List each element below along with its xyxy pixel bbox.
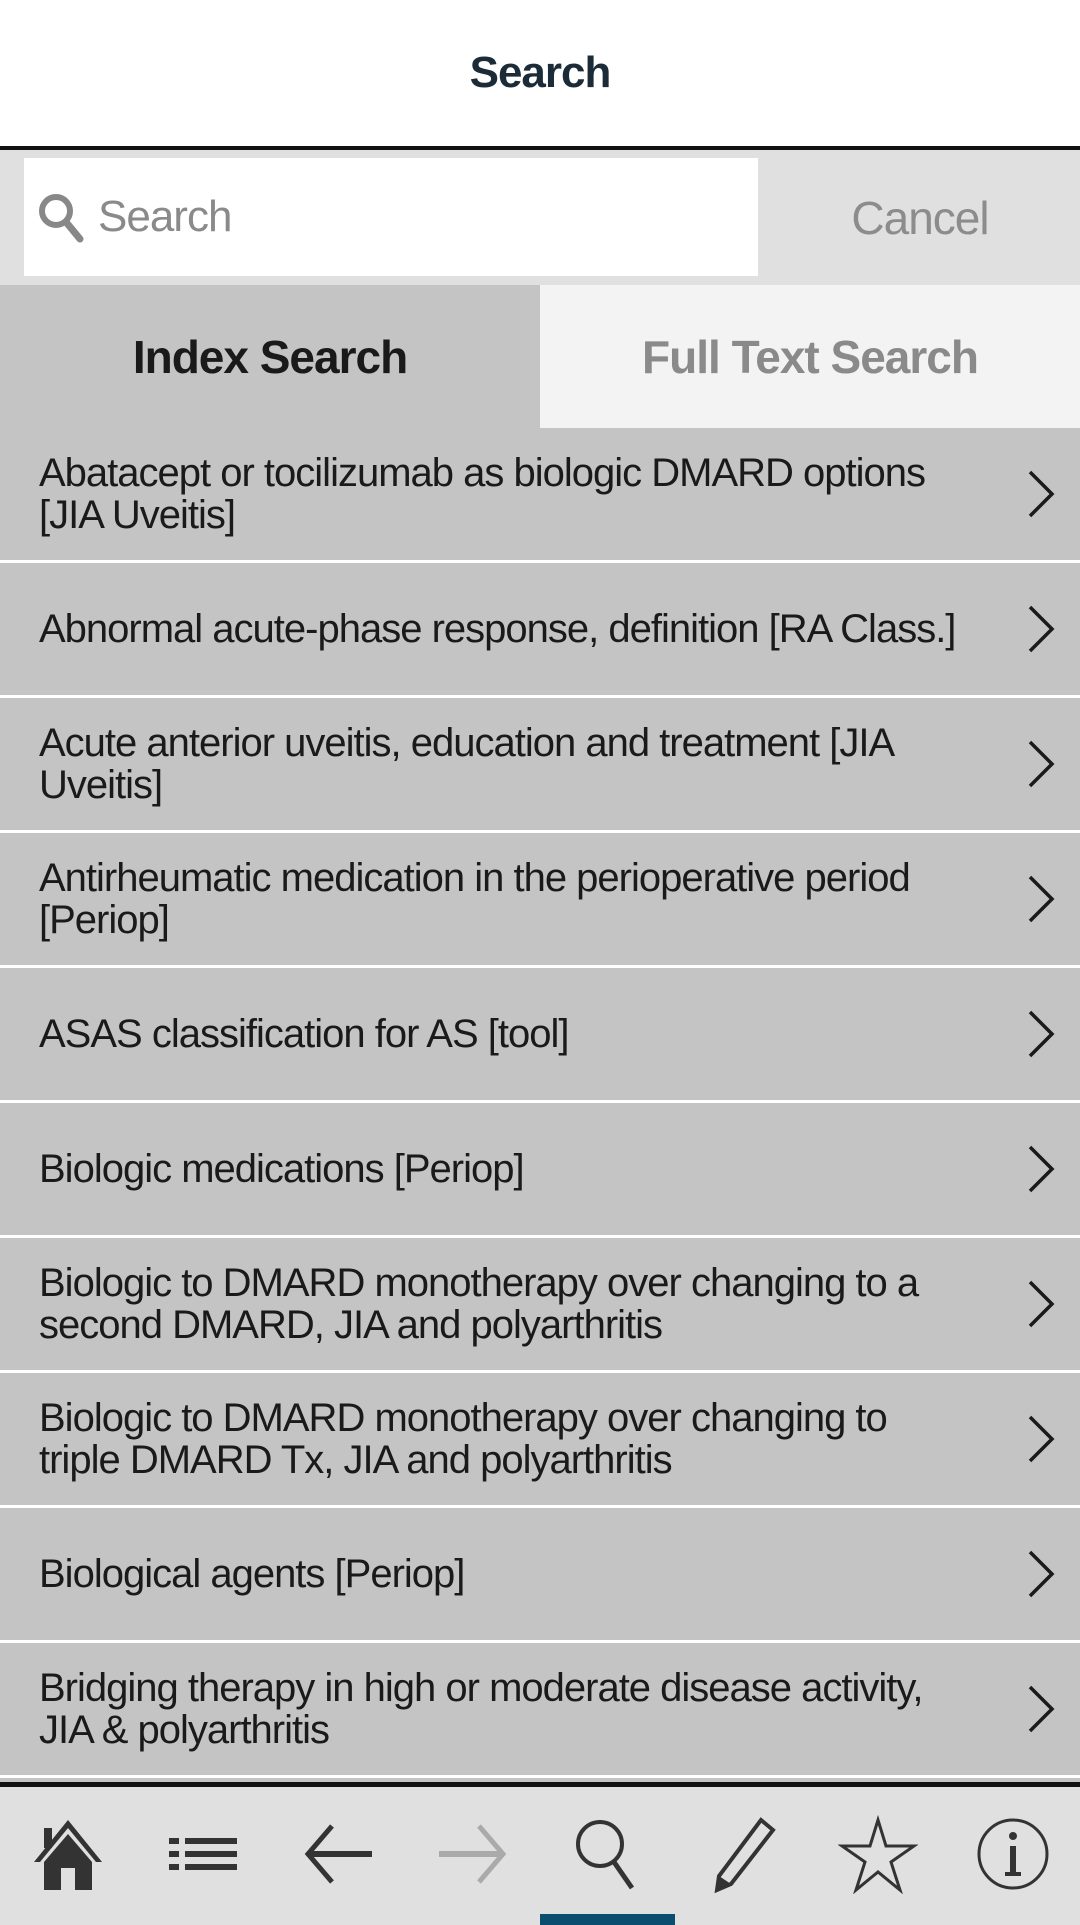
chevron-right-icon — [1028, 470, 1055, 518]
list-item-label: Bridging therapy in high or moderate dis… — [39, 1666, 924, 1752]
nav-home-button[interactable] — [0, 1787, 135, 1920]
list-item-label: Abnormal acute-phase response, definitio… — [39, 607, 956, 651]
list-item[interactable]: Antirheumatic medication in the perioper… — [0, 833, 1080, 968]
list-item-label: Abatacept or tocilizumab as biologic DMA… — [39, 451, 926, 537]
bottom-navigation — [0, 1782, 1080, 1925]
forward-arrow-icon — [438, 1823, 506, 1884]
list-item[interactable]: ASAS classification for AS [tool] — [0, 968, 1080, 1103]
chevron-right-icon — [1028, 1415, 1055, 1463]
list-item-label: Biological agents [Periop] — [39, 1552, 465, 1596]
chevron-right-icon — [1028, 1550, 1055, 1598]
search-mode-tabs: Index Search Full Text Search — [0, 285, 1080, 428]
search-bar: Cancel — [0, 150, 1080, 285]
list-item-label: ASAS classification for AS [tool] — [39, 1012, 569, 1056]
cancel-button[interactable]: Cancel — [760, 150, 1080, 285]
list-item[interactable]: Abnormal acute-phase response, definitio… — [0, 563, 1080, 698]
search-icon — [39, 194, 84, 243]
star-icon — [837, 1814, 918, 1894]
chevron-right-icon — [1028, 605, 1055, 653]
list-item[interactable]: Acute anterior uveitis, education and tr… — [0, 698, 1080, 833]
page-title: Search — [469, 48, 612, 97]
list-item[interactable]: Bridging therapy in high or moderate dis… — [0, 1643, 1080, 1778]
chevron-right-icon — [1028, 1010, 1055, 1058]
list-item[interactable]: Biological agents [Periop] — [0, 1508, 1080, 1643]
list-item-label: Biologic medications [Periop] — [39, 1147, 525, 1191]
nav-favorites-button[interactable] — [810, 1787, 945, 1920]
list-icon — [168, 1837, 237, 1870]
nav-search-button[interactable] — [540, 1787, 675, 1920]
search-input[interactable] — [96, 191, 740, 243]
results-list: Abatacept or tocilizumab as biologic DMA… — [0, 428, 1080, 1778]
list-item[interactable]: Biologic to DMARD monotherapy over chang… — [0, 1238, 1080, 1373]
nav-notes-button[interactable] — [675, 1787, 810, 1920]
chevron-right-icon — [1028, 740, 1055, 788]
nav-info-button[interactable] — [945, 1787, 1080, 1920]
tab-index-search[interactable]: Index Search — [0, 285, 540, 428]
list-item[interactable]: Abatacept or tocilizumab as biologic DMA… — [0, 428, 1080, 563]
list-item-label: Antirheumatic medication in the perioper… — [39, 856, 911, 942]
back-arrow-icon — [304, 1823, 372, 1884]
home-icon — [33, 1819, 102, 1890]
tab-full-text-search[interactable]: Full Text Search — [540, 285, 1080, 428]
chevron-right-icon — [1028, 1145, 1055, 1193]
list-item[interactable]: Biologic to DMARD monotherapy over chang… — [0, 1373, 1080, 1508]
list-item-label: Acute anterior uveitis, education and tr… — [39, 721, 893, 807]
list-item-label: Biologic to DMARD monotherapy over chang… — [39, 1396, 888, 1482]
list-item[interactable]: Biologic medications [Periop] — [0, 1103, 1080, 1238]
chevron-right-icon — [1028, 875, 1055, 923]
app-header: Search — [0, 0, 1080, 150]
nav-contents-button[interactable] — [135, 1787, 270, 1920]
chevron-right-icon — [1028, 1685, 1055, 1733]
search-field[interactable] — [24, 158, 758, 276]
chevron-right-icon — [1028, 1280, 1055, 1328]
list-item-label: Biologic to DMARD monotherapy over chang… — [39, 1261, 919, 1347]
info-icon — [977, 1818, 1048, 1889]
nav-forward-button[interactable] — [405, 1787, 540, 1920]
nav-back-button[interactable] — [270, 1787, 405, 1920]
pencil-icon — [714, 1816, 776, 1893]
search-icon — [575, 1819, 634, 1889]
